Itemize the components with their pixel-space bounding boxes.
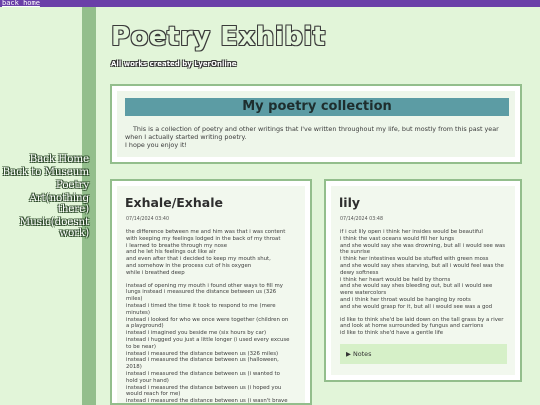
collection-heading: My poetry collection [125, 98, 509, 116]
poem-title: Exhale/Exhale [125, 195, 223, 210]
poem-stanza: instead of opening my mouth i found othe… [126, 282, 290, 403]
poem-stanza: id like to think she'd be laid down on t… [340, 316, 504, 337]
poem-card-inner: lily 07/14/2024 03:48 if i cut lily open… [331, 186, 515, 375]
page-title: Poetry Exhibit [111, 22, 326, 52]
intro-panel: My poetry collection This is a collectio… [110, 84, 522, 164]
back-home-link[interactable]: back home [2, 0, 40, 7]
poem-date: 07/14/2024 03:40 [126, 217, 169, 222]
poem-date: 07/14/2024 03:48 [340, 217, 383, 222]
nav-art[interactable]: Art(nothing there) [0, 193, 89, 215]
poem-card-inner: Exhale/Exhale 07/14/2024 03:40 the diffe… [117, 186, 305, 403]
poem-body: the difference between me and him was th… [126, 229, 297, 403]
side-nav: Back Home Back to Museum Poetry Art(noth… [0, 154, 90, 241]
nav-back-home[interactable]: Back Home [0, 154, 90, 165]
poem-stanza: if i cut lily open i think her insides w… [340, 229, 506, 310]
poem-body: if i cut lily open i think her insides w… [340, 229, 507, 343]
intro-closing: I hope you enjoy it! [125, 141, 187, 149]
poem-title: lily [339, 195, 361, 210]
page-subtitle: All works created by LyerOnline [111, 60, 237, 68]
nav-back-to-museum[interactable]: Back to Museum [0, 167, 90, 178]
nav-poetry[interactable]: Poetry [0, 180, 89, 191]
notes-toggle[interactable]: ▶ Notes [340, 344, 507, 364]
poem-card-exhale: Exhale/Exhale 07/14/2024 03:40 the diffe… [110, 179, 312, 405]
poem-stanza: the difference between me and him was th… [126, 229, 286, 276]
nav-music[interactable]: Music(doesnt work) [0, 217, 90, 239]
intro-paragraph: This is a collection of poetry and other… [125, 125, 499, 141]
top-bar: back home [0, 0, 540, 7]
intro-inner: My poetry collection This is a collectio… [117, 91, 515, 157]
poem-card-lily: lily 07/14/2024 03:48 if i cut lily open… [324, 179, 522, 382]
